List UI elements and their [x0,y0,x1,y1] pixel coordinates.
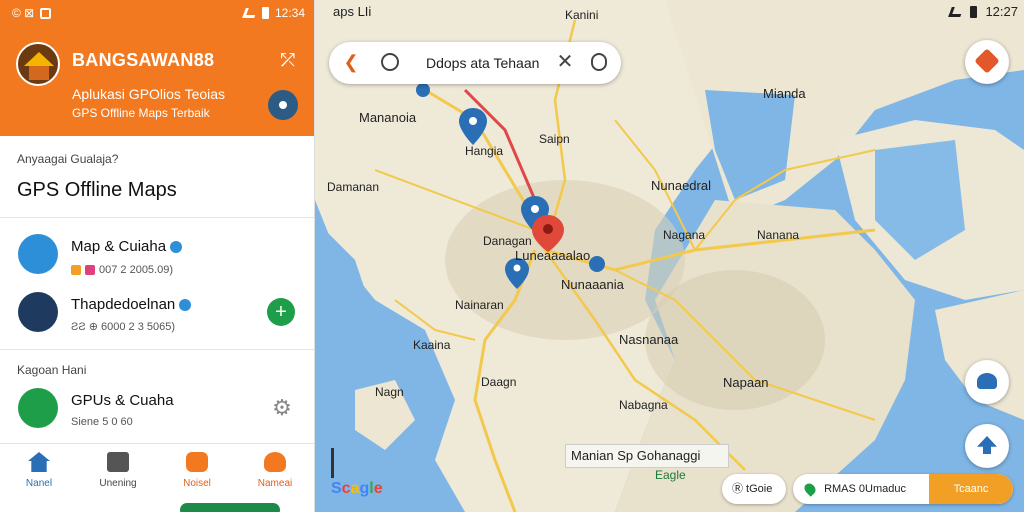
list-item-title[interactable]: Map & Cuiaha [71,238,183,255]
gear-icon[interactable]: ⚙ [270,396,294,420]
side-panel: © ⊠ 12:34 BANGSAWAN88 ⤱ Aplukasi GPOlios… [0,0,315,512]
nav-profile[interactable]: Nameai [236,452,314,489]
search-icon[interactable] [381,53,399,71]
layers-button[interactable] [965,360,1009,404]
list-item-title[interactable]: Thapdedoelnan [71,296,192,313]
offline-pill[interactable]: Ⓡ tGoie [722,474,786,504]
map-label: Daagn [481,375,517,389]
list-item-meta: 007 2 2005.09) [71,264,173,276]
map-label: Mianda [763,86,806,101]
mic-icon[interactable] [591,53,607,71]
map-label: Nunaaania [561,277,624,292]
compass-button[interactable] [965,40,1009,84]
page-title: GPS Offline Maps [17,179,177,201]
nav-edit[interactable]: Unening [79,452,157,489]
battery-icon [261,7,269,19]
person-icon [264,452,286,472]
edit-icon [107,452,129,472]
app-icon[interactable] [18,292,58,332]
section-label: Kagoan Hani [17,363,87,377]
chat-icon [186,452,208,472]
map-label: Nabagna [619,398,668,412]
map-label: Danagan [483,234,532,248]
divider [0,217,314,218]
app-title: BANGSAWAN88 [72,50,215,70]
map-label: Luneaaaalao [515,248,591,263]
battery-icon [970,5,978,18]
map-label: Kaaina [413,338,451,352]
status-icons: © ⊠ [12,6,35,20]
app-header: © ⊠ 12:34 BANGSAWAN88 ⤱ Aplukasi GPOlios… [0,0,314,136]
action-pill[interactable] [180,503,280,512]
app-logo [16,42,60,86]
map-label: Damanan [327,180,380,194]
search-input[interactable]: Ddops ata Tehaan [426,55,539,71]
search-bar[interactable]: ❮ Ddops ata Tehaan ✕ [329,42,621,84]
status-bar-left: © ⊠ [12,6,52,20]
nav-chat[interactable]: Noisel [158,452,236,489]
map-label: Napaan [723,375,769,390]
map-label: Kanini [565,8,599,22]
map-view[interactable]: aps LIi 12:27 Kanini Mianda Mananoia Han… [315,0,1024,512]
map-label: Mananoia [359,110,417,125]
nav-home[interactable]: Nanel [0,452,78,489]
map-label: Nagana [663,228,706,242]
notification-icon [40,7,52,19]
map-label: Hangia [465,144,504,158]
back-icon[interactable]: ❮ [341,52,361,72]
clock: 12:27 [985,4,1018,19]
map-status-right: 12:27 [948,4,1018,19]
home-icon [28,452,50,472]
share-icon[interactable]: ⤱ [278,50,298,70]
map-label: Nainaran [455,298,504,312]
route-pill[interactable]: RMAS 0Umaduc Tcaanc [793,474,1013,504]
scale-bar [331,448,334,478]
app-subtitle: Aplukasi GPOlios Teoias [72,86,226,102]
divider [0,349,314,350]
place-info-sub: Eagle [655,468,686,482]
directions-button[interactable]: Tcaanc [929,474,1013,504]
pin-icon [802,481,818,497]
verified-icon [170,241,183,254]
clock: 12:34 [274,6,305,20]
app-screen: © ⊠ 12:34 BANGSAWAN88 ⤱ Aplukasi GPOlios… [0,0,1024,512]
car-app-icon[interactable] [18,388,58,428]
map-label: Saipn [539,132,570,146]
status-bar-right: 12:34 [242,6,305,20]
list-item-meta: Siene 5 0 60 [71,416,133,428]
list-item-meta: ƧƧ ⊕ 6000 2 3 5065) [71,321,176,333]
my-location-button[interactable] [965,424,1009,468]
signal-icon [948,6,965,17]
map-app-icon[interactable] [18,234,58,274]
list-item-title[interactable]: GPUs & Cuaha [71,392,174,409]
place-info-card[interactable]: Manian Sp Gohanaggi [565,444,729,468]
map-status-left: aps LIi [333,4,372,19]
signal-icon [242,8,258,18]
app-tagline: GPS Offline Maps Terbaik [72,106,210,120]
map-label: Nagn [375,385,404,399]
map-label: Nasnanaa [619,332,679,347]
verified-icon [179,299,192,312]
add-button[interactable]: + [267,298,295,326]
map-label: Nunaedral [651,178,711,193]
bottom-nav: Nanel Unening Noisel Nameai [0,443,314,512]
map-label: Nanana [757,228,800,242]
google-logo: Scagle [331,480,383,497]
close-icon[interactable]: ✕ [555,51,575,73]
section-question: Anyaagai Gualaja? [17,152,119,166]
location-dot-button[interactable] [268,90,298,120]
